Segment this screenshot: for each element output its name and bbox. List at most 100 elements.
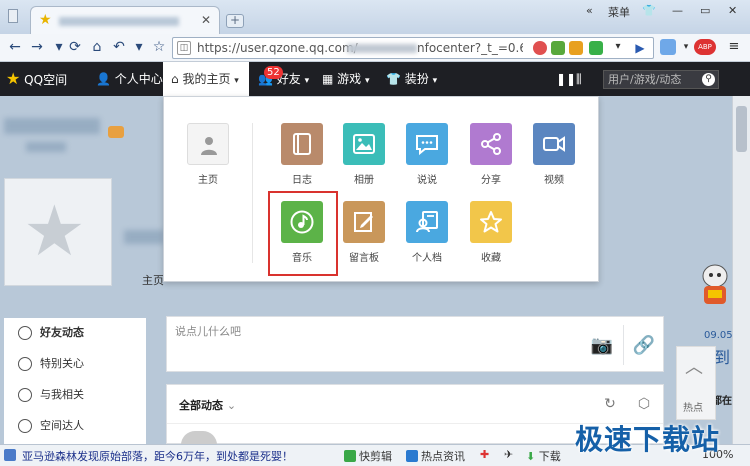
lightning-icon[interactable] [589,41,603,55]
chevron-down-icon: ⌄ [226,399,237,412]
adblock-icon[interactable]: ABP [694,39,716,55]
window-menu-label[interactable]: 菜单 [608,4,630,20]
app-profile[interactable]: 个人档 [401,201,453,271]
profile-main-label[interactable]: 主页 [142,272,164,288]
back-icon[interactable]: ← [6,38,24,56]
app-label: 主页 [198,175,218,186]
heart-icon [18,357,32,371]
go-icon[interactable]: ▶ [633,41,647,55]
maximize-icon[interactable]: ▭ [700,4,710,17]
feed-settings-icon[interactable]: ⬡ [635,395,653,413]
games-label: 游戏 [337,72,362,86]
profile-name-blurred [124,230,164,244]
music-highlight-box [268,191,338,276]
browser-tab[interactable]: ★ ✕ [30,6,220,34]
games-menu[interactable]: ▦ 游戏 ▾ [322,62,370,96]
mascot-icon[interactable] [698,262,732,312]
undo-icon[interactable]: ↶ [110,38,128,56]
toolbar-dropdown-icon[interactable]: ▾ [678,39,694,55]
scrollbar-thumb[interactable] [736,106,747,152]
shuoshuo-tile [406,123,448,165]
talent-icon [18,419,32,433]
news-ticker[interactable]: 亚马逊森林发现原始部落，距今6万年，到处都是死婴！ [22,448,293,464]
qzone-search-input[interactable]: 用户/游戏/动态 ⚲ [603,70,719,89]
sidebar-item-related-to-me[interactable]: 与我相关 [4,380,146,410]
minimize-icon[interactable]: — [672,4,683,17]
star-icon [480,211,502,233]
browser-menu-icon[interactable] [8,9,18,23]
default-avatar-icon: ★ [23,190,86,272]
hot-news-icon [406,450,418,462]
photo-icon [353,134,375,154]
url-tail-text: nfocenter?_t_=0.608 [417,41,523,55]
download-button[interactable]: ⬇ 下载 [526,448,561,464]
feed-avatar[interactable] [181,431,217,445]
app-label: 个人档 [412,253,442,264]
app-shuoshuo[interactable]: 说说 [401,123,453,193]
equalizer-icon[interactable]: ⫼ [576,62,582,96]
browser-nav-bar: ← → ▾ ⟳ ⌂ ↶ ▾ ☆ ◫ https://user.qzone.qq.… [0,34,750,62]
site-info-icon[interactable]: ◫ [177,41,191,55]
download-icon: ⬇ [526,450,536,463]
side-date: 09.05 [704,330,733,341]
user-subtitle-blurred [26,142,66,152]
pause-icon[interactable]: ❚❚ [556,62,576,96]
feed-filter-label[interactable]: 全部动态 ⌄ [179,397,236,413]
home-icon[interactable]: ⌂ [88,38,106,56]
close-window-icon[interactable]: ✕ [728,4,737,17]
chevron-down-icon: ▾ [365,76,370,86]
quick-edit-button[interactable]: 快剪辑 [344,448,392,464]
news-icon[interactable] [4,449,16,461]
new-tab-button[interactable]: + [226,14,244,28]
address-bar[interactable]: ◫ https://user.qzone.qq.com/ nfocenter?_… [172,37,654,59]
chevron-up-icon[interactable]: ︿ [685,353,703,379]
username-blurred [4,118,100,134]
extension-icon[interactable] [551,41,565,55]
sidebar-item-friend-feed[interactable]: 好友动态 [4,318,146,348]
camera-icon[interactable]: 📷 [585,329,619,363]
collapse-icon[interactable]: « [586,4,593,17]
skin-icon[interactable]: 👕 [642,4,656,17]
hotspot-panel[interactable]: ︿ 热点 [676,346,716,420]
sidebar-item-label: 空间达人 [40,419,84,432]
app-label: 收藏 [481,253,501,264]
app-message-board[interactable]: 留言板 [338,201,390,271]
attachment-icon[interactable]: 🔗 [627,329,661,363]
decor-menu[interactable]: 👕 装扮 ▾ [386,62,437,96]
sidebar-item-special-care[interactable]: 特别关心 [4,349,146,379]
page-scrollbar[interactable] [732,96,750,444]
block-icon[interactable] [533,41,547,55]
divider [623,325,624,365]
grid-icon: ▦ [322,72,334,86]
at-icon [18,388,32,402]
plus-icon[interactable]: ✚ [480,448,489,461]
hotspot-label: 热点 [683,403,703,414]
refresh-icon[interactable]: ⟳ [66,38,84,56]
hot-news-button[interactable]: 热点资讯 [406,448,465,464]
refresh-feed-icon[interactable]: ↻ [601,395,619,413]
app-album[interactable]: 相册 [338,123,390,193]
app-video[interactable]: 视频 [528,123,580,193]
sidebar-item-space-talent[interactable]: 空间达人 [4,411,146,441]
friends-count-badge: 52 [264,66,283,79]
app-diary[interactable]: 日志 [276,123,328,193]
settings-menu-icon[interactable]: ≡ [726,39,742,55]
search-icon[interactable]: ⚲ [702,73,715,86]
qzone-logo[interactable]: ★ QQ空间 [6,62,67,96]
undo-dropdown-icon[interactable]: ▾ [130,38,148,56]
avatar[interactable]: ★ [4,178,112,286]
url-dropdown-icon[interactable]: ▾ [611,41,625,55]
post-composer[interactable]: 说点儿什么吧 📷 🔗 [166,316,664,372]
app-main[interactable]: 主页 [182,123,234,193]
tab-close-icon[interactable]: ✕ [201,13,211,27]
hd-icon[interactable] [569,41,583,55]
favorite-star-icon[interactable]: ☆ [150,38,168,56]
app-favorites[interactable]: 收藏 [465,201,517,271]
forward-icon[interactable]: → [28,38,46,56]
pin-icon[interactable]: ✈ [504,448,513,461]
my-homepage-tab[interactable]: ⌂ 我的主页 ▾ [163,62,249,96]
personal-center-link[interactable]: 👤 个人中心 [96,62,163,96]
app-label: 相册 [354,175,374,186]
toolbar-icon[interactable] [660,39,676,55]
app-share[interactable]: 分享 [465,123,517,193]
